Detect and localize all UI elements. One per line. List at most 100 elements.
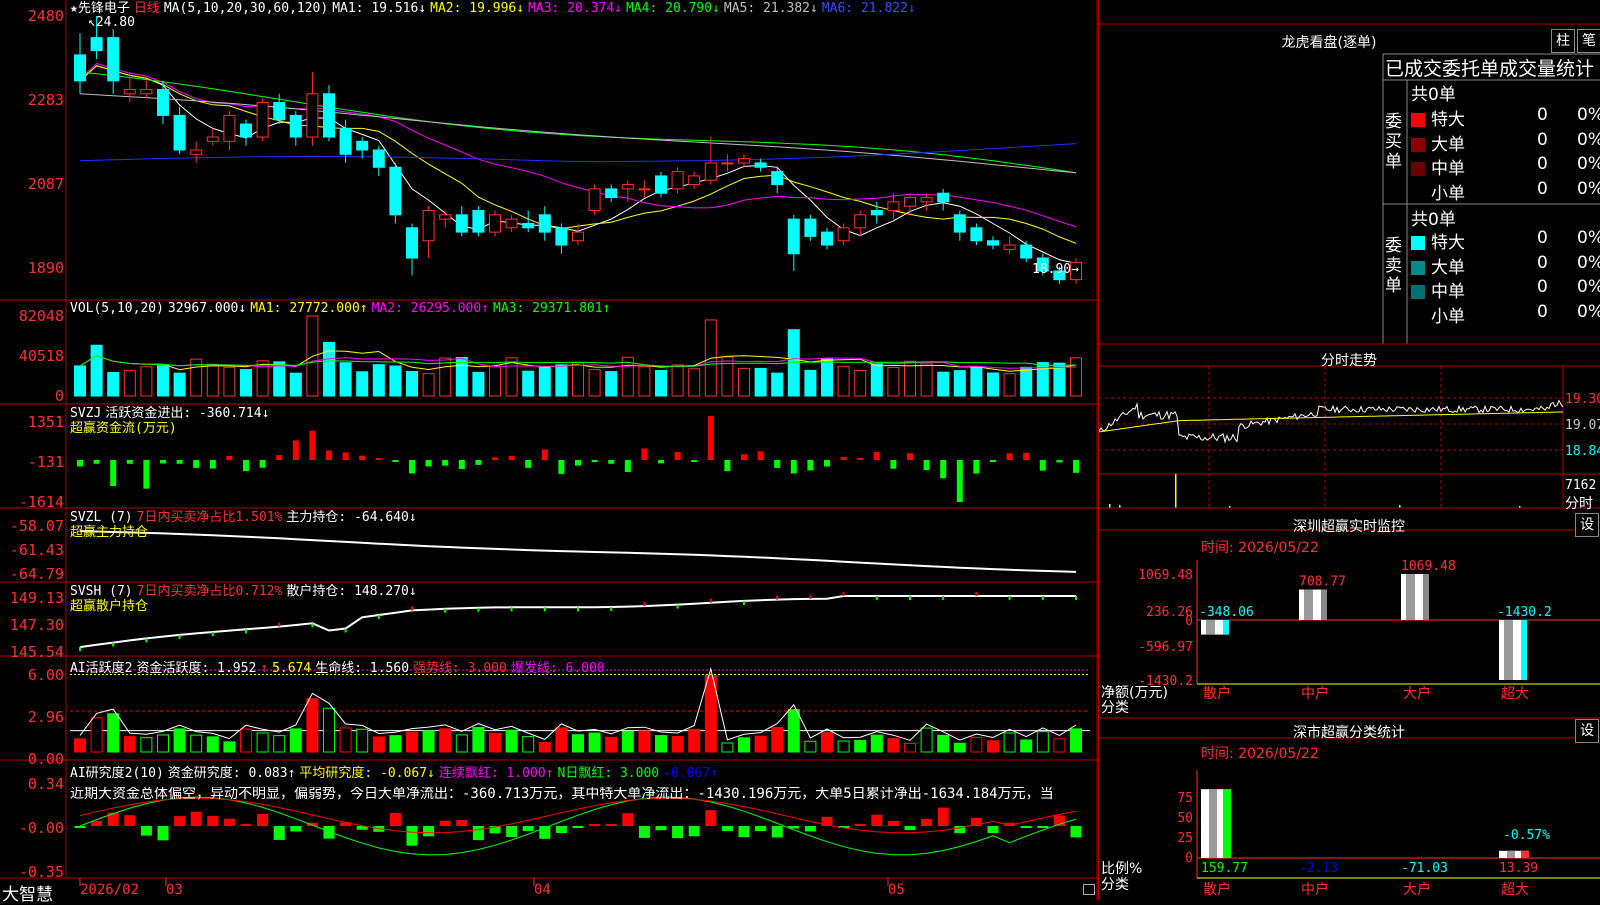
volume-bar [240,369,252,397]
svzl-main: 主力持仓: -64.640↓ [286,510,417,525]
research-bar [124,815,136,826]
svzl-label[interactable]: SVZL (7) [70,510,133,525]
vol-label[interactable]: VOL(5,10,20) [70,301,164,316]
activity-bar [140,737,153,753]
order-row: 大单 0 0% [1411,252,1600,278]
volume-bar [953,370,966,397]
activity-bar [987,740,999,753]
pen-mode-button[interactable]: 笔 [1577,29,1600,53]
candle-body [538,214,551,233]
fund-flow-bar [824,460,830,467]
activity-bar [123,736,136,753]
retail-tick [477,607,480,612]
research-bar [555,826,567,834]
research-bar [140,826,152,836]
activity-bar [1020,739,1033,753]
intraday-title: 分时走势 [1321,353,1377,369]
sz-classify-bar [1201,789,1231,858]
retail-tick [444,608,447,613]
fund-flow-bar [624,460,631,472]
svsh-header: SVSH (7) 7日内买卖净占比0.712% 散户持仓: 148.270↓ [70,584,421,599]
bar-mode-button[interactable]: 柱 [1551,29,1575,53]
candle-body [273,101,286,121]
fund-flow-bar [409,460,415,474]
activity-bar [455,734,468,753]
candle-body [704,162,717,181]
order-row-label: 中单 [1431,159,1465,179]
fund-flow-bar [608,460,615,464]
volume-bar [987,372,999,397]
candle-body [489,214,501,233]
kline-chart-area[interactable]: ★先锋电子 日线 MA(5,10,20,30,60,120) MA1: 19.516↓… [0,0,1098,905]
order-row-label: 中单 [1431,282,1465,302]
right-panel: 1069.48 236.26 0 -596.97 -1430.2 -348.06 散户 708… [1098,0,1600,900]
sz-classify-settings-button[interactable]: 设 [1575,719,1599,743]
candle-body [904,197,916,207]
fund-flow-bar [309,430,316,460]
svzj-label[interactable]: SVZJ [70,406,101,421]
sz-classify-y-tick: 0 [1185,851,1193,866]
sz-monitor-settings-button[interactable]: 设 [1575,513,1599,537]
fund-flow-bar [93,460,100,464]
research-bar [638,826,650,838]
sz-classify-category: 大户 [1403,881,1431,898]
sz-monitor-time: 时间: 2026/05/22 [1201,540,1319,556]
fund-flow-bar [890,460,897,469]
order-stats-tabs[interactable]: 已成交委托单成交量统计 [1385,54,1594,81]
activity-bar [671,736,684,753]
candle-body [655,175,667,194]
stock-name[interactable]: ★先锋电子 [70,1,130,16]
sz-classify-value-label: 159.77 [1201,861,1248,876]
sz-monitor-xlabel: 分类 [1101,700,1129,716]
activity-bar [821,732,833,753]
period-label[interactable]: 日线 [134,1,160,16]
retail-tick [776,595,779,600]
fund-flow-bar [1073,460,1079,473]
ma3-value: MA3: 20.374↓ [528,1,622,16]
fund-flow-bar [541,449,548,460]
svsh-label[interactable]: SVSH (7) [70,584,133,599]
fund-flow-bar [209,460,216,469]
activity-bar [937,734,950,753]
x-axis-label: 03 [166,882,183,898]
fund-flow-bar [525,460,532,468]
order-row-label: 小单 [1431,306,1465,327]
lock-icon[interactable] [1083,884,1095,895]
activity-bar [240,728,252,753]
ma6-value: MA6: 21.822↓ [821,1,916,16]
volume-bar [754,367,767,397]
volume-bar [356,371,369,397]
order-row-label: 大单 [1431,257,1465,278]
activity-bar [688,728,701,753]
candle-body [920,197,933,203]
order-row-label: 大单 [1431,134,1465,155]
activity-bar [887,738,900,753]
volume-bar [289,372,302,397]
ai1-v5: 爆发线: 6.000 [510,661,605,676]
retail-tick [245,629,247,634]
order-row-pct: 0% [1577,301,1600,322]
ai2-label[interactable]: AI研究度2(10) [70,766,164,781]
retail-tick [278,622,281,627]
sz-monitor-bar [1201,620,1229,635]
fund-flow-bar [475,460,482,465]
ai2-header: AI研究度2(10) 资金研究度: 0.083↑ 平均研究度: -0.067↓ 连续飘… [70,766,722,781]
volume-bar [970,366,983,397]
activity-bar [555,727,568,753]
research-bar [389,813,401,826]
ai1-label[interactable]: AI活跃度2 [70,661,132,676]
ai2-v5: -0.067↑ [663,766,718,781]
research-bar [605,824,617,826]
ai1-v2: 5.674 [272,661,312,676]
candle-body [821,231,833,246]
retail-tick [344,628,347,633]
order-row-count: 0 [1537,252,1548,273]
fund-flow-bar [243,460,249,471]
kline-svg[interactable] [0,0,1098,900]
retail-holding-line [79,595,1076,649]
fund-flow-bar [873,452,880,460]
order-row-label: 特大 [1431,110,1465,130]
volume-bar [837,365,850,397]
sz-classify-category: 超大 [1501,882,1529,898]
candle-body [140,88,153,95]
